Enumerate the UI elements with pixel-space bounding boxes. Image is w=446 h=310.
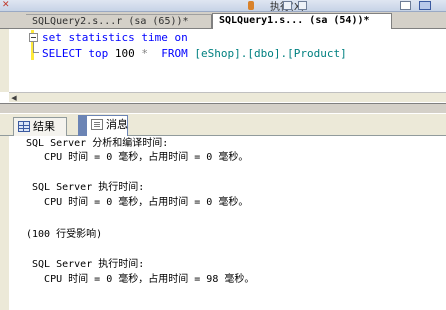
outline-line xyxy=(33,42,34,52)
document-tab-strip: SQLQuery2.s...r (sa (65))* SQLQuery1.s..… xyxy=(0,12,446,29)
keyword: set xyxy=(42,31,62,44)
keyword: FROM xyxy=(161,47,188,60)
grid-icon xyxy=(18,120,30,132)
table-identifier: [eShop].[dbo].[Product] xyxy=(194,47,347,60)
message-line: (100 行受影响) xyxy=(26,229,103,240)
toolbar: ✕ 执行(X) xyxy=(0,0,446,12)
message-line: CPU 时间 = 0 毫秒，占用时间 = 98 毫秒。 xyxy=(26,274,255,285)
tab-results[interactable]: 结果 xyxy=(13,117,67,136)
star-operator: * xyxy=(141,47,148,60)
execute-icon[interactable] xyxy=(248,1,254,10)
debug-icon[interactable] xyxy=(298,1,307,10)
message-line: SQL Server 执行时间: xyxy=(26,259,145,270)
keyword: time xyxy=(141,31,168,44)
code-line-1[interactable]: set statistics time on xyxy=(42,31,188,45)
pane-splitter[interactable] xyxy=(0,103,446,114)
keyword: on xyxy=(174,31,188,44)
tab-results-label: 结果 xyxy=(33,120,55,133)
parse-icon[interactable] xyxy=(283,1,292,10)
results-tab-strip: 结果 消息 xyxy=(0,114,446,136)
tab-sqlquery1[interactable]: SQLQuery1.s... (sa (54))* xyxy=(212,13,392,29)
keyword: statistics xyxy=(68,31,135,44)
message-line: SQL Server 执行时间: xyxy=(26,182,145,193)
tab-messages[interactable]: 消息 xyxy=(78,115,128,136)
message-line: SQL Server 分析和编译时间: xyxy=(26,138,169,149)
scroll-left-arrow-icon[interactable]: ◀ xyxy=(10,94,18,102)
results-to-grid-icon[interactable] xyxy=(419,1,431,10)
results-to-text-icon[interactable] xyxy=(400,1,411,10)
keyword: top xyxy=(88,47,109,60)
message-line: CPU 时间 = 0 毫秒，占用时间 = 0 毫秒。 xyxy=(26,197,249,208)
code-line-2[interactable]: SELECT top 100 * FROM [eShop].[dbo].[Pro… xyxy=(42,47,347,61)
outline-line-end xyxy=(33,52,39,53)
tab-sqlquery2[interactable]: SQLQuery2.s...r (sa (65))* xyxy=(26,14,212,29)
tab-messages-label: 消息 xyxy=(106,118,128,131)
collapse-icon[interactable] xyxy=(29,33,38,42)
editor-horizontal-scrollbar[interactable]: ◀ xyxy=(9,92,446,102)
number-literal: 100 xyxy=(114,47,135,60)
keyword: SELECT xyxy=(42,47,82,60)
close-icon[interactable]: ✕ xyxy=(2,1,11,10)
message-line: CPU 时间 = 0 毫秒，占用时间 = 0 毫秒。 xyxy=(26,152,249,163)
message-icon xyxy=(91,118,103,130)
solution-strip xyxy=(0,12,9,28)
